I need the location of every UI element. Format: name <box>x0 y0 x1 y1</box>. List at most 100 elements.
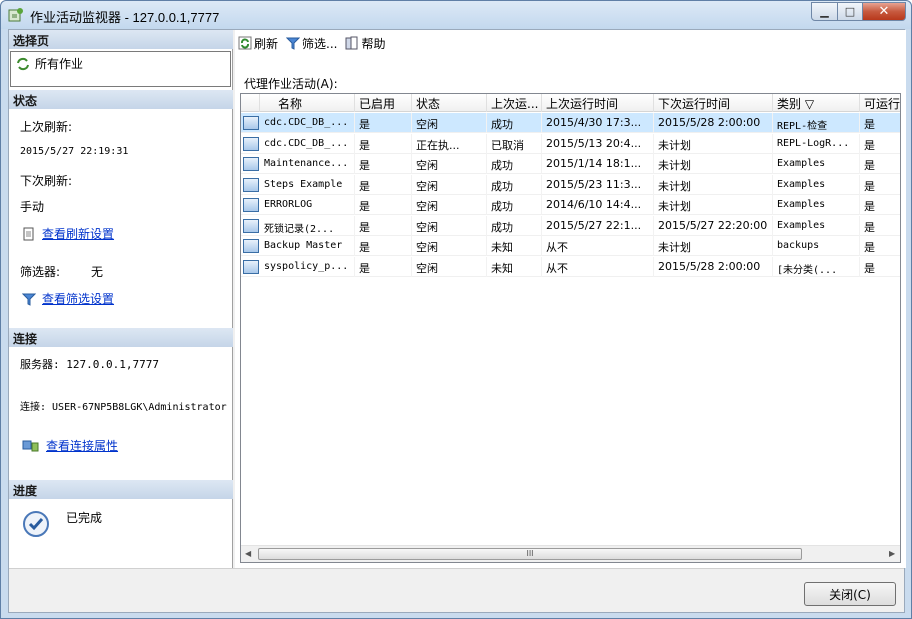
cell-last-outcome: 未知 <box>487 236 542 256</box>
column-header-status[interactable]: 状态 <box>412 94 487 112</box>
close-icon: ✕ <box>878 4 890 19</box>
job-icon <box>242 198 259 212</box>
column-header-name[interactable]: 名称 <box>260 94 355 112</box>
job-icon <box>242 116 259 130</box>
cell-category: backups <box>773 236 860 256</box>
table-row[interactable]: cdc.CDC_DB_... 是空闲 成功 2015/4/30 17:3... 2015… <box>241 113 900 133</box>
refresh-button[interactable]: 刷新 <box>238 35 278 52</box>
grid-header: 名称 已启用 状态 上次运... 上次运行时间 下次运行时间 类别 ▽ 可运行 <box>241 94 900 112</box>
cell-category: [未分类(... <box>773 256 860 277</box>
cell-name: cdc.CDC_DB_... <box>260 133 355 154</box>
view-filter-settings-link[interactable]: 查看筛选设置 <box>22 290 114 307</box>
cell-runnable: 是 <box>860 134 900 154</box>
column-header-last-outcome[interactable]: 上次运... <box>487 94 542 112</box>
table-row[interactable]: Backup Master 是空闲 未知 从不 未计划 backups 是 <box>241 236 900 256</box>
view-connection-properties-link[interactable]: 查看连接属性 <box>22 437 118 454</box>
server-text: 服务器: 127.0.0.1,7777 <box>20 358 159 371</box>
title-bar[interactable]: 作业活动监视器 - 127.0.0.1,7777 ▁ □ ✕ <box>1 1 911 29</box>
cell-status: 空闲 <box>412 174 487 195</box>
minimize-icon: ▁ <box>820 5 829 18</box>
cell-status: 空闲 <box>412 113 487 133</box>
job-icon <box>242 239 259 253</box>
toolbar: 刷新 筛选... 帮助 <box>235 30 906 56</box>
column-header-runnable[interactable]: 可运行 <box>860 94 900 112</box>
cell-name: Backup Master <box>260 236 355 256</box>
cell-name: Steps Example <box>260 174 355 195</box>
cell-last-outcome: 成功 <box>487 215 542 236</box>
cell-runnable: 是 <box>860 236 900 256</box>
close-window-button[interactable]: ✕ <box>862 2 906 21</box>
horizontal-scrollbar[interactable]: ◀ III ▶ <box>241 545 900 562</box>
job-icon <box>242 218 259 233</box>
table-row[interactable]: Maintenance... 是空闲 成功 2015/1/14 18:1... 未计划 E… <box>241 154 900 174</box>
cell-category: Examples <box>773 215 860 236</box>
job-icon <box>242 259 259 274</box>
cell-status: 空闲 <box>412 236 487 256</box>
view-refresh-settings-link[interactable]: 查看刷新设置 <box>22 225 114 242</box>
cell-next-run: 未计划 <box>654 236 773 256</box>
cell-runnable: 是 <box>860 154 900 174</box>
cell-enabled: 是 <box>355 133 412 154</box>
filter-button[interactable]: 筛选... <box>286 35 337 52</box>
job-icon-cell <box>241 175 260 195</box>
cell-last-outcome: 已取消 <box>487 133 542 154</box>
cell-category: REPL-检查 <box>773 113 860 133</box>
document-icon <box>23 227 34 240</box>
cell-next-run: 未计划 <box>654 133 773 154</box>
cell-enabled: 是 <box>355 236 412 256</box>
cell-name: Maintenance... <box>260 154 355 174</box>
table-row[interactable]: cdc.CDC_DB_... 是正在执... 已取消 2015/5/13 20:4..… <box>241 133 900 154</box>
cell-last-run: 2015/4/30 17:3... <box>542 113 654 133</box>
right-pane: 刷新 筛选... 帮助 代理作业活动(A): 名称 已启用 状态 上次运... … <box>235 30 906 568</box>
footer: 关闭(C) <box>9 568 904 612</box>
help-button[interactable]: 帮助 <box>345 35 385 52</box>
table-row[interactable]: syspolicy_p... 是空闲 未知 从不 2015/5/28 2:00:00 [未… <box>241 256 900 277</box>
cell-name: 死锁记录(2... <box>260 215 355 236</box>
cell-next-run: 2015/5/27 22:20:00 <box>654 215 773 236</box>
cell-next-run: 2015/5/28 2:00:00 <box>654 256 773 277</box>
client-area: 选择页 所有作业 状态 上次刷新: 2015/5/27 22:19:31 下次刷… <box>8 29 906 613</box>
scroll-left-icon[interactable]: ◀ <box>245 549 255 559</box>
cell-runnable: 是 <box>860 175 900 195</box>
left-pane: 选择页 所有作业 状态 上次刷新: 2015/5/27 22:19:31 下次刷… <box>9 30 233 568</box>
cell-last-run: 2015/5/13 20:4... <box>542 133 654 154</box>
job-icon-cell <box>241 154 260 174</box>
cell-last-run: 2015/1/14 18:1... <box>542 154 654 174</box>
minimize-button[interactable]: ▁ <box>811 2 838 21</box>
page-list: 所有作业 <box>10 51 231 87</box>
job-activity-grid[interactable]: 名称 已启用 状态 上次运... 上次运行时间 下次运行时间 类别 ▽ 可运行 … <box>240 93 901 563</box>
cell-last-outcome: 未知 <box>487 256 542 277</box>
page-item-all-jobs[interactable]: 所有作业 <box>15 55 83 72</box>
refresh-icon <box>238 36 252 50</box>
cell-runnable: 是 <box>860 113 900 133</box>
scroll-thumb[interactable]: III <box>258 548 802 560</box>
column-header-enabled[interactable]: 已启用 <box>355 94 412 112</box>
progress-value: 已完成 <box>66 511 103 525</box>
help-icon <box>345 36 358 50</box>
cell-enabled: 是 <box>355 174 412 195</box>
scroll-right-icon[interactable]: ▶ <box>889 549 899 559</box>
cell-status: 空闲 <box>412 215 487 236</box>
table-row[interactable]: 死锁记录(2... 是空闲 成功 2015/5/27 22:1... 2015/5/27… <box>241 215 900 236</box>
column-header-category[interactable]: 类别 ▽ <box>773 94 860 112</box>
cell-category: Examples <box>773 154 860 174</box>
table-row[interactable]: Steps Example 是空闲 成功 2015/5/23 11:3... 未计划 Ex… <box>241 174 900 195</box>
cell-name: cdc.CDC_DB_... <box>260 113 355 133</box>
maximize-button[interactable]: □ <box>837 2 863 21</box>
cell-last-run: 从不 <box>542 236 654 256</box>
cell-enabled: 是 <box>355 256 412 277</box>
connection-header: 连接 <box>9 328 233 347</box>
cell-category: Examples <box>773 195 860 215</box>
filter-icon <box>22 293 36 306</box>
table-row[interactable]: ERRORLOG 是空闲 成功 2014/6/10 14:4... 未计划 Example… <box>241 195 900 215</box>
cell-next-run: 2015/5/28 2:00:00 <box>654 113 773 133</box>
cell-next-run: 未计划 <box>654 174 773 195</box>
cell-runnable: 是 <box>860 195 900 215</box>
select-page-header: 选择页 <box>9 30 233 49</box>
column-header-next-run[interactable]: 下次运行时间 <box>654 94 773 112</box>
close-button[interactable]: 关闭(C) <box>804 582 896 606</box>
cell-enabled: 是 <box>355 154 412 174</box>
cell-enabled: 是 <box>355 195 412 215</box>
column-header-icon <box>241 94 260 112</box>
column-header-last-run[interactable]: 上次运行时间 <box>542 94 654 112</box>
